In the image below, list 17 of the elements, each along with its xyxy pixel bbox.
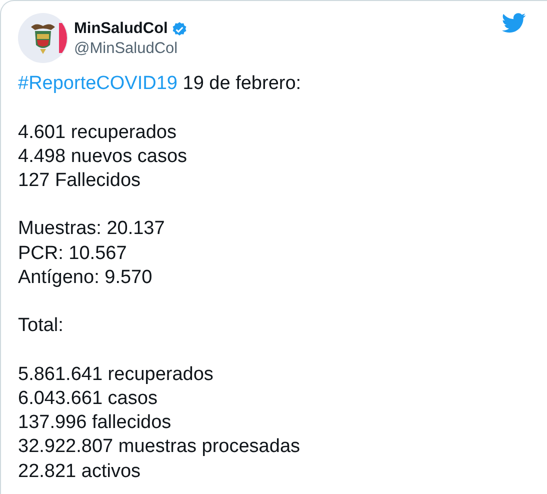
tweet-line: Total: (18, 314, 64, 338)
tweet-line: 5.861.641 recuperados (18, 362, 214, 387)
tweet-line: 32.922.807 muestras procesadas (18, 435, 300, 460)
tweet-line: Muestras: 20.137 (18, 217, 165, 242)
tweet-line: 127 Fallecidos (18, 169, 141, 194)
tweet-line: Antígeno: 9.570 (18, 266, 152, 290)
account-handle[interactable]: @MinSaludCol (74, 39, 188, 59)
tweet-line: 4.498 nuevos casos (18, 144, 188, 169)
tweet-line: 22.821 activos (18, 460, 141, 484)
report-date: 19 de febrero: (182, 73, 302, 94)
tweet-line: 6.043.661 casos (18, 386, 158, 411)
crest-avatar-icon[interactable] (18, 13, 68, 63)
tweet-line: 137.996 fallecidos (18, 411, 172, 436)
tweet-line: PCR: 10.567 (18, 242, 127, 266)
tweet-line: 4.601 recuperados (18, 120, 176, 144)
account-name[interactable]: MinSaludCol (74, 19, 168, 39)
twitter-bird-icon[interactable] (502, 13, 526, 33)
